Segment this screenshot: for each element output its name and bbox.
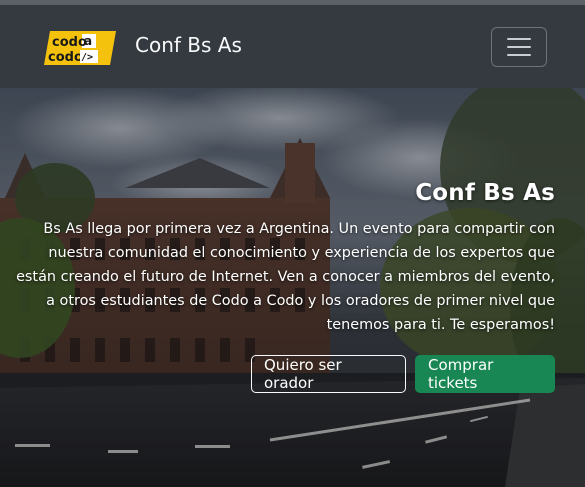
hero-buttons: Quiero ser orador Comprar tickets	[251, 355, 555, 393]
hamburger-icon	[507, 46, 531, 48]
hero-title: Conf Bs As	[415, 180, 555, 206]
navbar: codo a codo /> Conf Bs As	[0, 5, 585, 88]
buy-tickets-button[interactable]: Comprar tickets	[415, 355, 555, 393]
hero-description: Bs As llega por primera vez a Argentina.…	[16, 221, 555, 333]
svg-text:codo: codo	[48, 50, 83, 65]
svg-text:a: a	[84, 34, 92, 48]
hero-content: Conf Bs As Bs As llega por primera vez a…	[10, 180, 555, 337]
speaker-button[interactable]: Quiero ser orador	[251, 355, 406, 393]
navbar-brand[interactable]: Conf Bs As	[135, 33, 242, 57]
svg-text:/>: />	[81, 52, 93, 63]
svg-text:codo: codo	[52, 35, 87, 50]
navbar-toggler-button[interactable]	[491, 27, 547, 67]
hamburger-icon	[507, 38, 531, 40]
hamburger-icon	[507, 54, 531, 56]
hero-section: Conf Bs As Bs As llega por primera vez a…	[0, 88, 585, 487]
codo-a-codo-logo[interactable]: codo a codo />	[44, 31, 116, 65]
